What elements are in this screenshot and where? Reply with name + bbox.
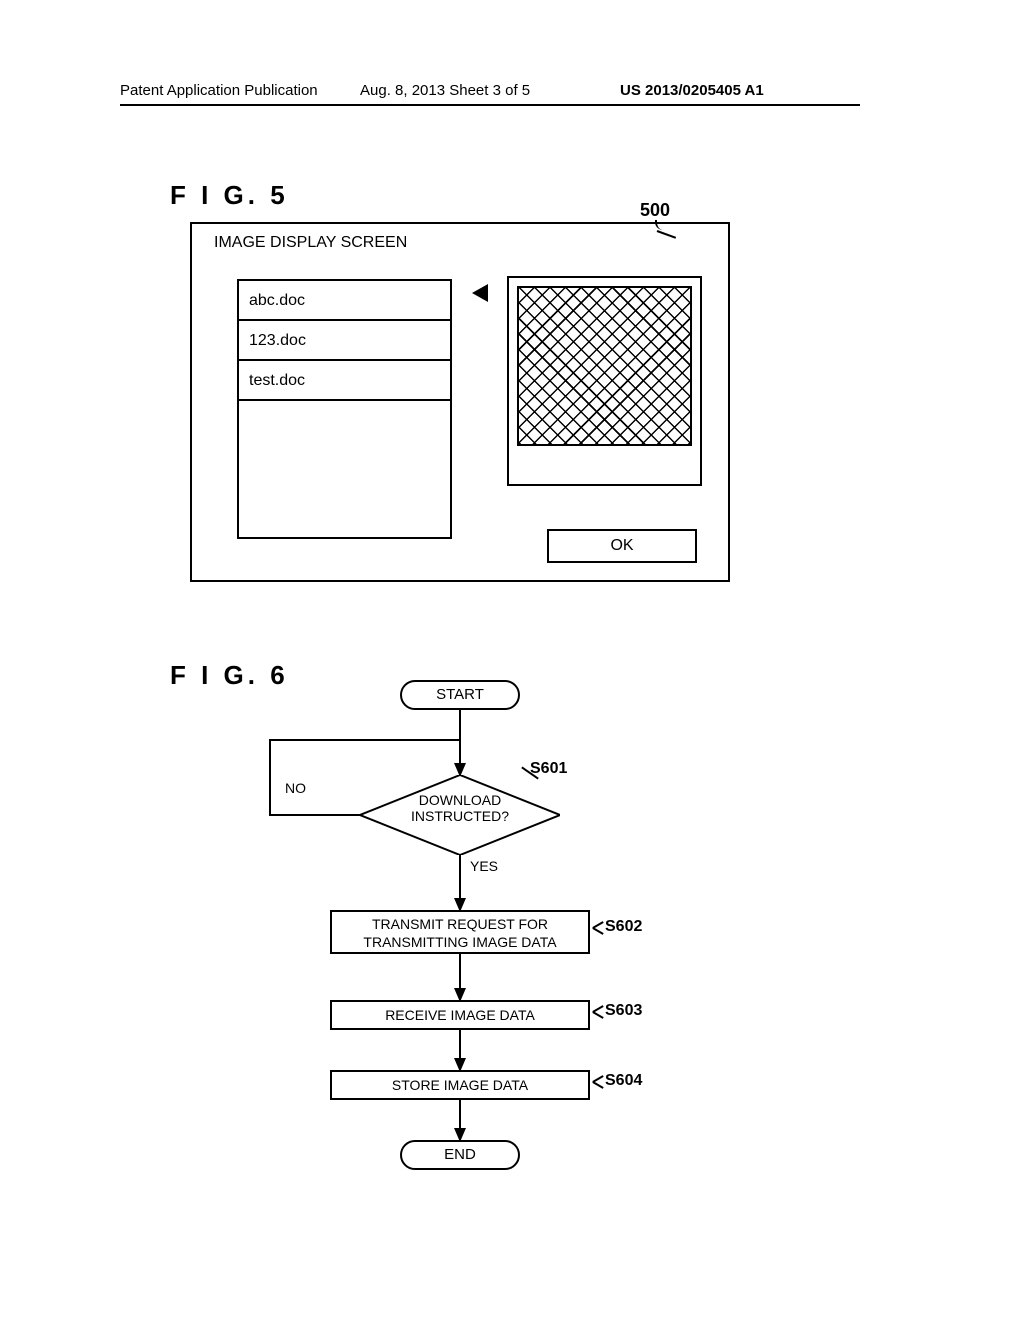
header-right: US 2013/0205405 A1 xyxy=(620,82,764,99)
leader-s603 xyxy=(592,1008,606,1022)
ok-button[interactable]: OK xyxy=(547,529,697,563)
header-left: Patent Application Publication xyxy=(120,82,318,99)
label-no: NO xyxy=(285,780,306,796)
list-item[interactable]: 123.doc xyxy=(239,321,450,361)
list-item[interactable]: abc.doc xyxy=(239,281,450,321)
figure-5-label: F I G. 5 xyxy=(170,180,289,211)
label-yes: YES xyxy=(470,858,498,874)
reference-500: 500 xyxy=(640,200,670,221)
preview-thumbnail xyxy=(517,286,692,446)
step-label-s602: S602 xyxy=(605,918,642,936)
flow-end: END xyxy=(400,1140,520,1170)
flow-start: START xyxy=(400,680,520,710)
list-item[interactable]: test.doc xyxy=(239,361,450,401)
header-rule xyxy=(120,104,860,106)
process-s604: STORE IMAGE DATA xyxy=(330,1070,590,1100)
process-s603: RECEIVE IMAGE DATA xyxy=(330,1000,590,1030)
leader-s604 xyxy=(592,1078,606,1092)
step-label-s603: S603 xyxy=(605,1002,642,1020)
flowchart: START DOWNLOAD INSTRUCTED? NO YES TRANSM… xyxy=(190,680,730,1200)
image-display-screen: IMAGE DISPLAY SCREEN abc.doc 123.doc tes… xyxy=(190,222,730,582)
file-list[interactable]: abc.doc 123.doc test.doc xyxy=(237,279,452,539)
screen-title: IMAGE DISPLAY SCREEN xyxy=(214,234,407,252)
process-s602: TRANSMIT REQUEST FOR TRANSMITTING IMAGE … xyxy=(330,910,590,954)
decision-text: DOWNLOAD INSTRUCTED? xyxy=(380,792,540,824)
step-label-s604: S604 xyxy=(605,1072,642,1090)
preview-panel xyxy=(507,276,702,486)
leader-s602 xyxy=(592,924,606,938)
header-middle: Aug. 8, 2013 Sheet 3 of 5 xyxy=(360,82,530,99)
triangle-left-icon xyxy=(472,284,488,302)
